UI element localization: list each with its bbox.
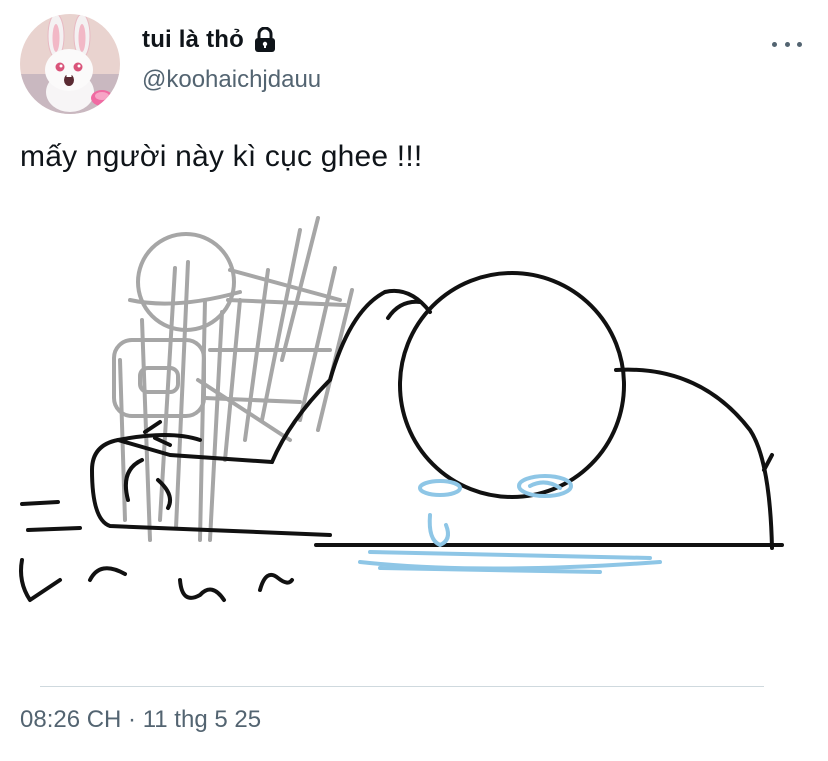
user-info: tui là thỏ @koohaichjdauu	[142, 24, 321, 94]
tweet-text: mấy người này kì cục ghee !!!	[20, 140, 423, 173]
more-options-button[interactable]	[772, 34, 802, 54]
more-dots-icon	[772, 41, 777, 47]
more-dots-icon	[784, 41, 790, 47]
name-row: tui là thỏ	[142, 24, 321, 56]
avatar[interactable]	[20, 14, 120, 114]
tweet-timestamp[interactable]: 08:26 CH · 11 thg 5 25	[20, 706, 261, 734]
user-handle[interactable]: @koohaichjdauu	[142, 66, 321, 94]
display-name[interactable]: tui là thỏ	[142, 26, 244, 54]
lock-icon	[254, 26, 276, 53]
sketch-drawing	[19, 216, 784, 602]
bunny-avatar-image	[20, 14, 120, 114]
tweet: tui là thỏ @koohaichjdauu mấy người này …	[0, 0, 828, 761]
tweet-image[interactable]	[0, 200, 828, 620]
divider	[40, 686, 764, 687]
more-dots-icon	[797, 41, 802, 47]
